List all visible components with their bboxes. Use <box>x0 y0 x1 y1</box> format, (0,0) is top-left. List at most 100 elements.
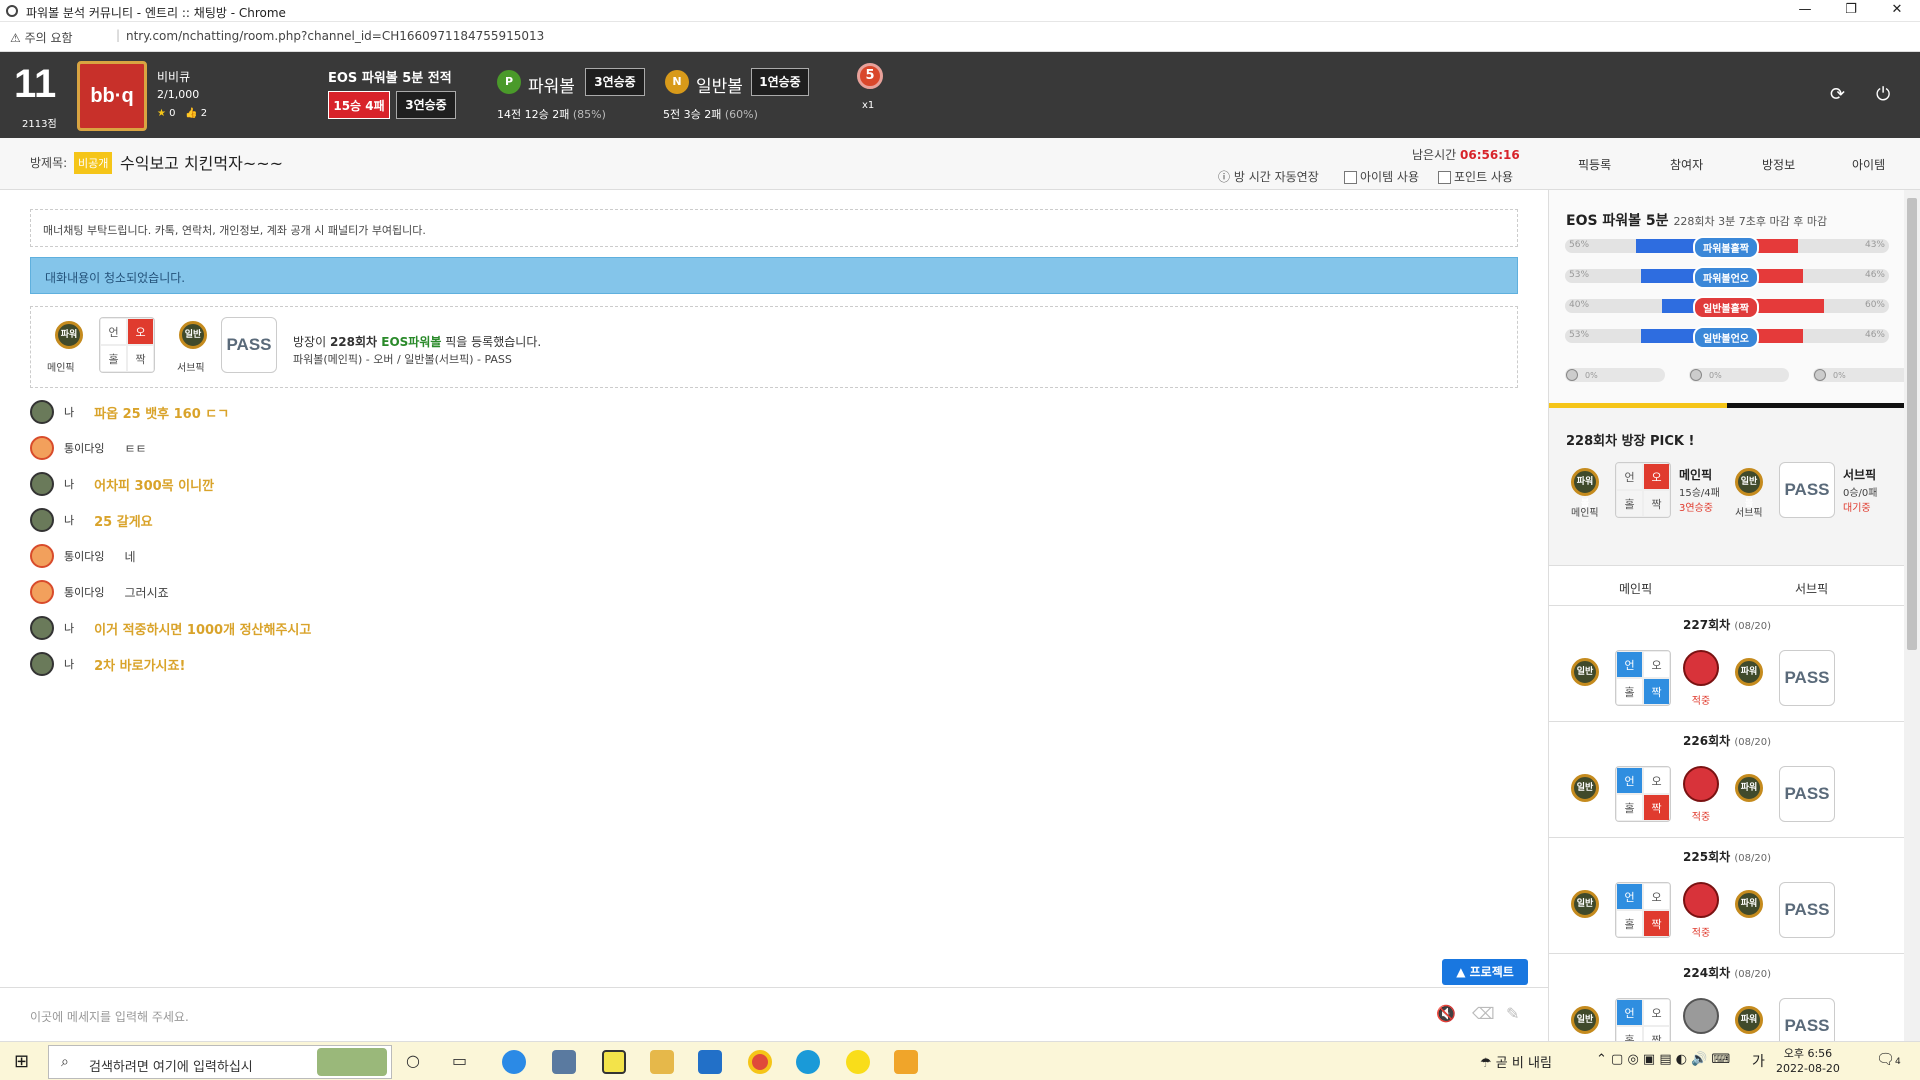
tab-pick-register[interactable]: 픽등록 <box>1578 156 1611 173</box>
kakaotalk-icon[interactable] <box>846 1050 870 1074</box>
mute-icon[interactable]: 🔇 <box>1436 1004 1456 1023</box>
address-bar[interactable]: ⚠ 주의 요함 | ntry.com/nchatting/room.php?ch… <box>0 22 1920 52</box>
round-title: 226회차 (08/20) <box>1683 734 1771 748</box>
calculator-icon[interactable] <box>552 1050 576 1074</box>
avatar[interactable] <box>30 508 54 532</box>
task-view-icon[interactable]: ▭ <box>452 1051 467 1070</box>
chat-sender[interactable]: 나 <box>64 620 74 636</box>
normalball-streak: 1연승중 <box>751 68 809 96</box>
window-title: 파워볼 분석 커뮤니티 - 엔트리 :: 채팅방 - Chrome <box>26 6 286 20</box>
app-icon[interactable] <box>894 1050 918 1074</box>
round-result: 적중 <box>1691 696 1711 707</box>
close-icon[interactable]: ✕ <box>1882 2 1912 20</box>
chat-text: 이거 적중하시면 1000개 정산해주시고 <box>94 622 312 638</box>
url-text[interactable]: ntry.com/nchatting/room.php?channel_id=C… <box>126 29 544 43</box>
cell-even: 짝 <box>1643 794 1670 821</box>
tab-sub-pick[interactable]: 서브픽 <box>1795 580 1828 597</box>
chat-input-bar[interactable]: 이곳에 메세지를 입력해 주세요. 🔇 ⌫ ✎ <box>0 987 1548 1041</box>
stat-left-pct: 53% <box>1569 270 1590 280</box>
taskbar-search-text[interactable]: 검색하려면 여기에 입력하십시 <box>89 1056 253 1075</box>
browser-titlebar: 파워볼 분석 커뮤니티 - 엔트리 :: 채팅방 - Chrome — ❐ ✕ <box>0 0 1920 22</box>
clock[interactable]: 오후 6:56 2022-08-20 <box>1776 1046 1840 1076</box>
power-icon[interactable]: ⏻ <box>1876 84 1890 105</box>
cell-over: 오 <box>1643 999 1670 1026</box>
cell-odd: 홀 <box>100 345 127 372</box>
normalball-icon: 일반볼 <box>1571 774 1599 815</box>
round-pick-grid: 언오홀짝 <box>1615 766 1671 822</box>
sticky-notes-icon[interactable] <box>602 1050 626 1074</box>
user-count: 2/1,000 <box>157 88 200 101</box>
eraser-icon[interactable]: ⌫ <box>1472 1004 1495 1023</box>
user-logo[interactable]: bb·q <box>77 61 147 131</box>
pick-registered-box: 파워볼 메인픽 언 오 홀 짝 일반볼 서브픽 PASS 방장이 228회차 E… <box>30 306 1518 388</box>
umbrella-icon: ☂ <box>1480 1056 1492 1071</box>
windows-start-icon[interactable]: ⊞ <box>14 1051 29 1072</box>
round-title: 227회차 (08/20) <box>1683 618 1771 632</box>
chat-sender[interactable]: 나 <box>64 656 74 672</box>
weather-widget[interactable]: ☂ 곧 비 내림 <box>1480 1052 1552 1071</box>
edge-icon[interactable] <box>796 1050 820 1074</box>
stat-left-pct: 56% <box>1569 240 1590 250</box>
ime-indicator[interactable]: 가 <box>1752 1051 1765 1071</box>
chat-sender[interactable]: 통이다잉 <box>64 440 104 456</box>
chat-text: ㅌㅌ <box>124 441 147 456</box>
user-stats: ★ 0 👍 2 <box>157 108 208 119</box>
chat-sender[interactable]: 나 <box>64 512 74 528</box>
notification-icon[interactable]: 🗨4 <box>1876 1050 1901 1068</box>
file-explorer-icon[interactable] <box>650 1050 674 1074</box>
point-use-checkbox[interactable]: 포인트 사용 <box>1438 168 1513 185</box>
tab-room-info[interactable]: 방정보 <box>1762 156 1795 173</box>
chrome-icon[interactable] <box>748 1050 772 1074</box>
cell-under: 언 <box>1616 883 1643 910</box>
avatar[interactable] <box>30 436 54 460</box>
round-pick-grid: 언오홀짝 <box>1615 882 1671 938</box>
tab-main-pick[interactable]: 메인픽 <box>1619 580 1652 597</box>
user-name[interactable]: 비비큐 <box>157 68 190 85</box>
chat-sender[interactable]: 나 <box>64 476 74 492</box>
avatar[interactable] <box>30 616 54 640</box>
cell-even: 짝 <box>127 345 154 372</box>
chat-sender[interactable]: 통이다잉 <box>64 548 104 564</box>
chat-message: 통이다잉 그러시죠 <box>30 580 169 604</box>
chat-sender[interactable]: 나 <box>64 404 74 420</box>
minimize-icon[interactable]: — <box>1790 2 1820 20</box>
ie-icon[interactable] <box>502 1050 526 1074</box>
scrollbar-thumb[interactable] <box>1907 198 1917 650</box>
stat-right-pct: 43% <box>1864 240 1885 250</box>
avatar[interactable] <box>30 544 54 568</box>
tab-items[interactable]: 아이템 <box>1852 156 1885 173</box>
checkbox-box[interactable] <box>1344 171 1357 184</box>
panel-scrollbar[interactable] <box>1904 190 1920 1041</box>
chat-sender[interactable]: 통이다잉 <box>64 584 104 600</box>
avatar[interactable] <box>30 472 54 496</box>
round-pick-grid: 언오홀짝 <box>1615 998 1671 1041</box>
tab-participants[interactable]: 참여자 <box>1670 156 1703 173</box>
refresh-icon[interactable]: ⟳ <box>1830 84 1845 105</box>
checkbox-box[interactable] <box>1438 171 1451 184</box>
main-pick-record: 15승/4패 <box>1679 488 1720 499</box>
round-history-item: 224회차 (08/20)일반볼언오홀짝미적중파워볼PASS <box>1549 954 1904 1041</box>
panel-title: EOS 파워볼 5분 228회차 3분 7초후 마감 후 마감 <box>1566 213 1828 229</box>
item-use-checkbox[interactable]: 아이템 사용 <box>1344 168 1419 185</box>
user-points: 2113점 <box>22 119 57 130</box>
normalball-icon: 일반볼 <box>1571 1006 1599 1041</box>
protect-button[interactable]: ▲ 프로젝트 <box>1442 959 1528 985</box>
stat-label: 파워볼홀짝 <box>1693 236 1759 259</box>
system-tray[interactable]: ⌃ ▢ ◎ ▣ ▤ ◐ 🔊 ⌨ <box>1596 1052 1730 1067</box>
restore-icon[interactable]: ❐ <box>1836 2 1866 20</box>
pass-badge: PASS <box>221 317 277 373</box>
stat-row: 53% 46% 일반볼언오 <box>1565 326 1889 349</box>
auto-extend-link[interactable]: ⓘ 방 시간 자동연장 <box>1218 168 1319 185</box>
security-warning[interactable]: ⚠ 주의 요함 <box>10 29 73 46</box>
magic-wand-icon[interactable]: ✎ <box>1506 1004 1519 1023</box>
avatar[interactable] <box>30 400 54 424</box>
stat-right-pct: 60% <box>1864 300 1885 310</box>
taskbar-search[interactable]: ⌕ 검색하려면 여기에 입력하십시 <box>48 1045 392 1079</box>
mail-icon[interactable] <box>698 1050 722 1074</box>
chat-input[interactable]: 이곳에 메세지를 입력해 주세요. <box>30 1008 189 1025</box>
size-stats: 0% 0% 0% <box>1565 368 1904 382</box>
cortana-icon[interactable]: ○ <box>406 1051 420 1070</box>
normalball-icon: 일반볼 <box>1735 468 1763 509</box>
avatar[interactable] <box>30 652 54 676</box>
avatar[interactable] <box>30 580 54 604</box>
